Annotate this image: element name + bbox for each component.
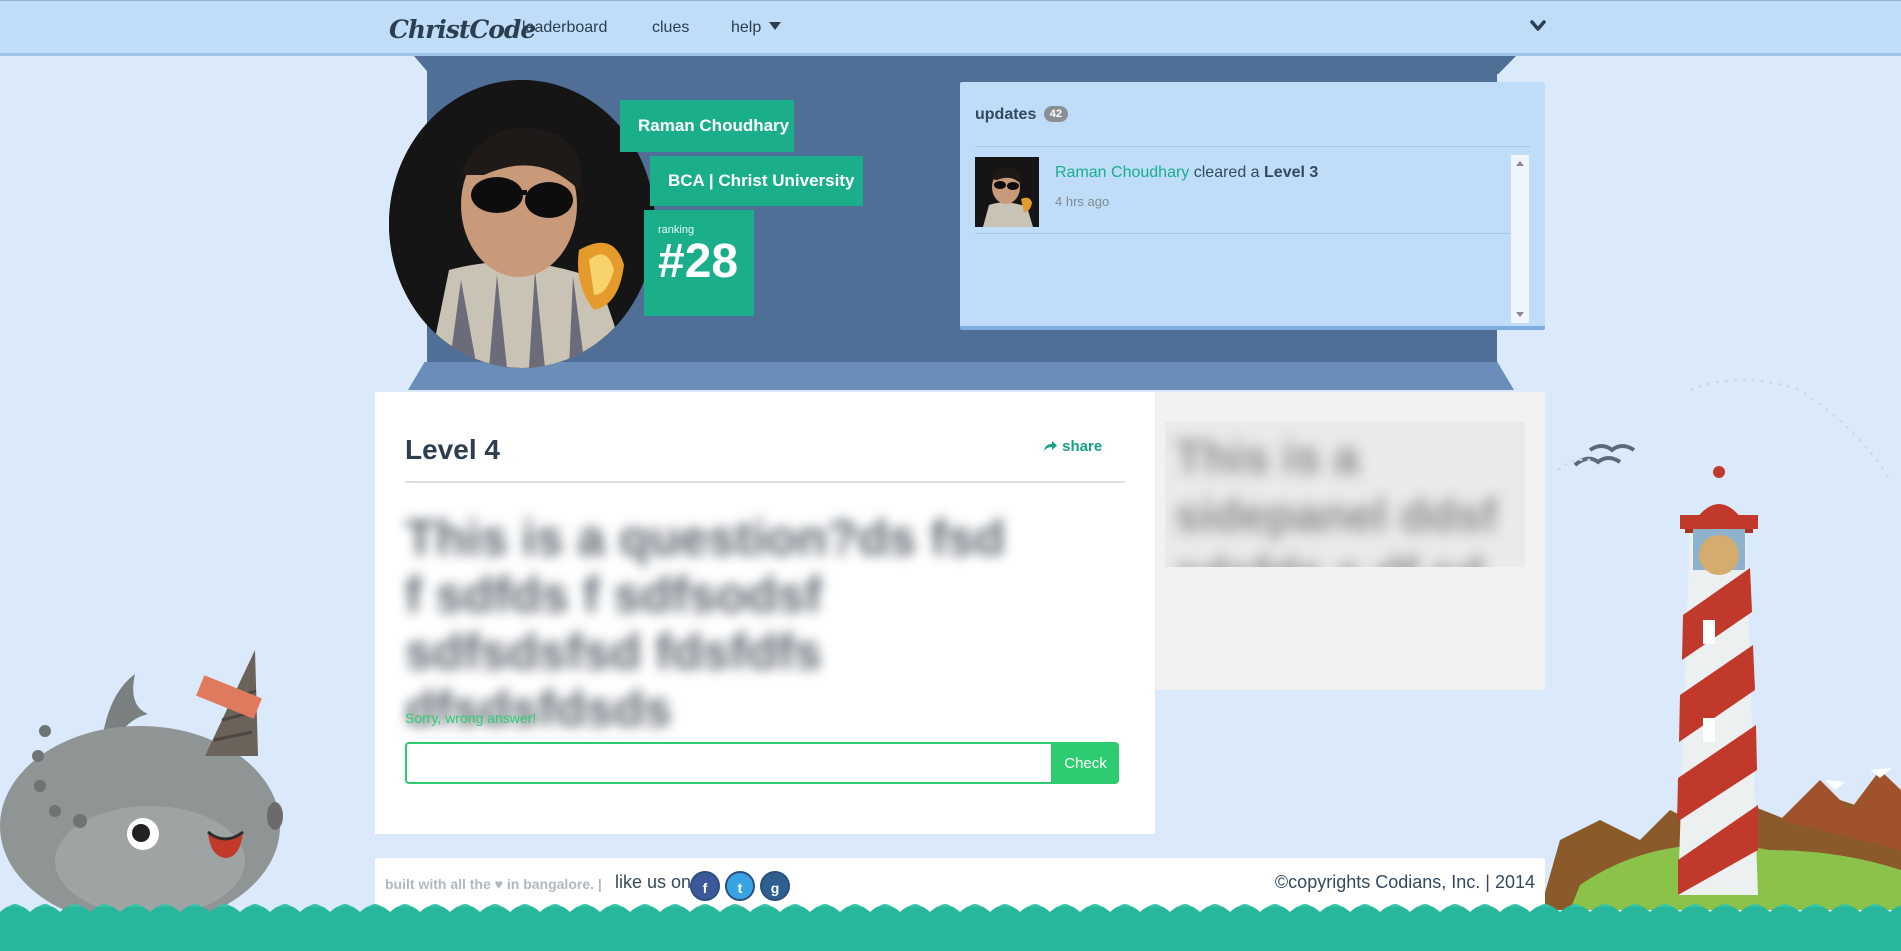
update-level: Level 3 (1264, 164, 1319, 181)
divider (405, 481, 1125, 483)
share-button[interactable]: share (1043, 438, 1102, 455)
share-icon (1044, 441, 1057, 451)
footer-built-suffix: in bangalore. | (506, 876, 602, 892)
profile-school: BCA | Christ University (650, 156, 863, 206)
updates-panel: updates 42 Raman Choudhary cleared a Lev… (960, 82, 1545, 330)
share-label: share (1062, 438, 1103, 455)
nav-clues[interactable]: clues (652, 19, 689, 37)
nav-leaderboard[interactable]: leaderboard (522, 19, 607, 37)
scroll-up-icon[interactable] (1516, 161, 1524, 166)
google-plus-icon[interactable]: g (760, 871, 790, 901)
footer-like-text: like us on (615, 872, 692, 892)
profile-avatar (389, 80, 655, 368)
update-timestamp: 4 hrs ago (1055, 194, 1110, 209)
nav-help-label: help (731, 19, 762, 36)
scroll-down-icon[interactable] (1516, 312, 1524, 317)
heart-icon: ♥ (494, 876, 503, 892)
update-avatar (975, 157, 1039, 227)
level-card: Level 4 share This is a question?ds fsd … (375, 392, 1155, 834)
footer-built-prefix: built with all the (385, 876, 491, 892)
profile-name: Raman Choudhary (620, 100, 794, 152)
side-panel-text: This is a sidepanel ddsf sdsfds s df sd (1175, 431, 1498, 567)
caret-down-icon (769, 22, 782, 30)
check-button[interactable]: Check (1052, 742, 1119, 784)
question-text: This is a question?ds fsd f sdfds f sdfs… (405, 510, 1006, 737)
chevron-down-icon[interactable] (1528, 17, 1548, 35)
updates-title-text: updates (975, 106, 1037, 123)
ranking-badge: ranking #28 (644, 210, 754, 316)
side-panel-content: This is a sidepanel ddsf sdsfds s df sd (1165, 422, 1525, 567)
updates-scrollbar[interactable] (1510, 154, 1530, 324)
update-text: Raman Choudhary cleared a Level 3 (1055, 164, 1318, 182)
updates-count-badge: 42 (1043, 106, 1069, 122)
ranking-value: #28 (658, 235, 739, 288)
update-action: cleared a (1193, 164, 1260, 181)
twitter-icon[interactable]: t (725, 871, 755, 901)
update-item: Raman Choudhary cleared a Level 3 4 hrs … (975, 154, 1510, 234)
level-title: Level 4 (405, 434, 500, 465)
brand-logo[interactable]: ChristCode (389, 15, 536, 44)
update-user-link[interactable]: Raman Choudhary (1055, 164, 1189, 181)
side-panel: This is a sidepanel ddsf sdsfds s df sd (1155, 392, 1545, 690)
footer-built-with: built with all the ♥ in bangalore. | (385, 876, 602, 892)
facebook-icon[interactable]: f (690, 871, 720, 901)
footer-copyright: ©copyrights Codians, Inc. | 2014 (1274, 872, 1535, 892)
divider (975, 146, 1530, 147)
header-band-bottom (408, 362, 1514, 390)
answer-input[interactable] (405, 742, 1053, 784)
lighthouse-illustration (1540, 379, 1901, 910)
answer-feedback: Sorry, wrong answer! (405, 710, 537, 726)
sea-waves (0, 904, 1901, 951)
nav-help[interactable]: help (731, 19, 782, 37)
updates-title: updates 42 (975, 106, 1069, 124)
top-navbar: ChristCode leaderboard clues help (0, 0, 1901, 56)
narwhal-illustration (0, 650, 283, 916)
